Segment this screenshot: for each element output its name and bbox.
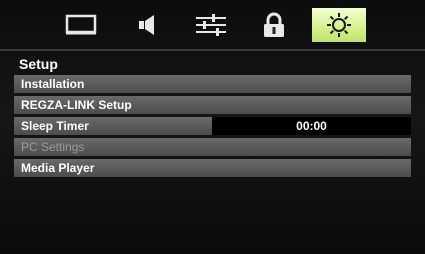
menu-item-label: Installation xyxy=(21,77,85,91)
menu-item-pc-settings: PC Settings xyxy=(14,138,411,156)
tab-sound[interactable] xyxy=(121,8,173,42)
menu-item-label: REGZA-LINK Setup xyxy=(21,98,132,112)
tab-picture[interactable] xyxy=(55,8,107,42)
panel-title: Setup xyxy=(19,56,58,72)
setup-panel: Setup Installation REGZA-LINK Setup Slee… xyxy=(14,54,411,240)
menu-item-sleep-timer[interactable]: Sleep Timer 00:00 xyxy=(14,117,411,135)
sleep-timer-value-box[interactable]: 00:00 xyxy=(212,117,411,135)
setup-icon xyxy=(327,13,351,37)
tab-lock[interactable] xyxy=(248,8,300,42)
menu-tab-bar xyxy=(55,8,375,42)
sleep-timer-value: 00:00 xyxy=(296,119,327,133)
menu-item-label: Media Player xyxy=(21,161,95,175)
preferences-icon xyxy=(196,14,226,36)
lock-icon xyxy=(264,12,284,37)
tv-menu-screen: Setup Installation REGZA-LINK Setup Slee… xyxy=(0,0,425,254)
menu-item-installation[interactable]: Installation xyxy=(14,75,411,93)
menu-item-label: Sleep Timer xyxy=(21,119,89,133)
tab-divider xyxy=(0,49,425,51)
menu-item-media-player[interactable]: Media Player xyxy=(14,159,411,177)
tab-preferences[interactable] xyxy=(185,8,237,42)
sound-icon xyxy=(139,15,154,35)
picture-icon xyxy=(65,14,97,35)
menu-item-label: PC Settings xyxy=(21,140,85,154)
menu-item-regza-link-setup[interactable]: REGZA-LINK Setup xyxy=(14,96,411,114)
tab-setup[interactable] xyxy=(312,8,366,42)
